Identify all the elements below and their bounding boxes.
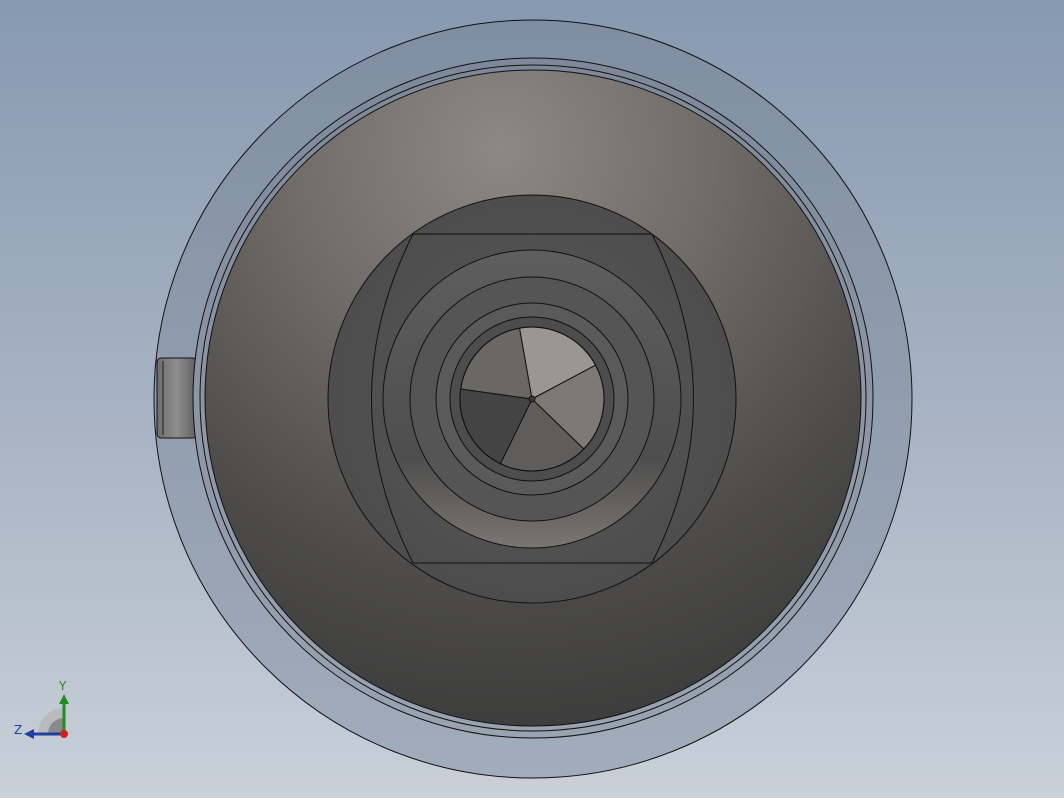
fan-hub — [528, 395, 536, 403]
y-axis-label: Y — [58, 679, 67, 693]
coordinate-triad: Y Z — [10, 676, 80, 746]
model-view[interactable] — [0, 0, 1064, 798]
graphics-viewport[interactable]: Y Z — [0, 0, 1064, 798]
side-fitting[interactable] — [156, 357, 198, 439]
z-axis-label: Z — [14, 723, 22, 737]
x-axis-dot — [60, 730, 68, 738]
y-axis-head — [59, 694, 69, 704]
z-axis-head — [24, 729, 34, 739]
